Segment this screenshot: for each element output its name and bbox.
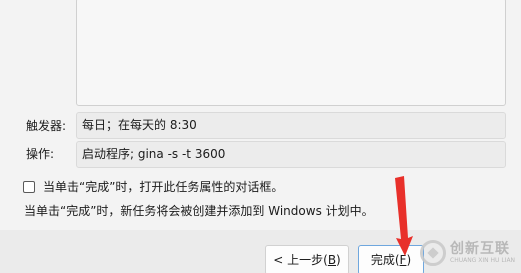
description-textarea[interactable] bbox=[76, 0, 506, 106]
task-wizard-finish-page: 触发器: 每日；在每天的 8:30 操作: 启动程序; gina -s -t 3… bbox=[0, 0, 521, 273]
trigger-label: 触发器: bbox=[26, 119, 67, 133]
watermark-logo-icon bbox=[420, 240, 446, 266]
open-properties-checkbox[interactable] bbox=[23, 181, 35, 193]
action-field: 启动程序; gina -s -t 3600 bbox=[76, 141, 506, 168]
finish-button[interactable]: 完成(F) bbox=[358, 245, 424, 273]
action-label: 操作: bbox=[26, 147, 55, 161]
finish-button-prefix: 完成( bbox=[370, 253, 400, 267]
open-properties-option[interactable]: 当单击“完成”时，打开此任务属性的对话框。 bbox=[23, 179, 283, 195]
watermark: 创新互联 CHUANG XIN HU LIAN bbox=[420, 234, 521, 272]
trigger-field: 每日；在每天的 8:30 bbox=[76, 112, 506, 139]
open-properties-label: 当单击“完成”时，打开此任务属性的对话框。 bbox=[43, 180, 284, 194]
back-button-suffix: ) bbox=[336, 253, 341, 267]
back-button[interactable]: < 上一步(B) bbox=[265, 245, 349, 273]
watermark-sub: CHUANG XIN HU LIAN bbox=[450, 257, 516, 264]
back-button-prefix: < 上一步( bbox=[273, 253, 328, 267]
finish-info-text: 当单击“完成”时，新任务将会被创建并添加到 Windows 计划中。 bbox=[24, 204, 374, 218]
watermark-name: 创新互联 bbox=[450, 241, 510, 257]
finish-button-suffix: ) bbox=[406, 253, 412, 267]
back-button-accesskey: B bbox=[327, 253, 337, 267]
